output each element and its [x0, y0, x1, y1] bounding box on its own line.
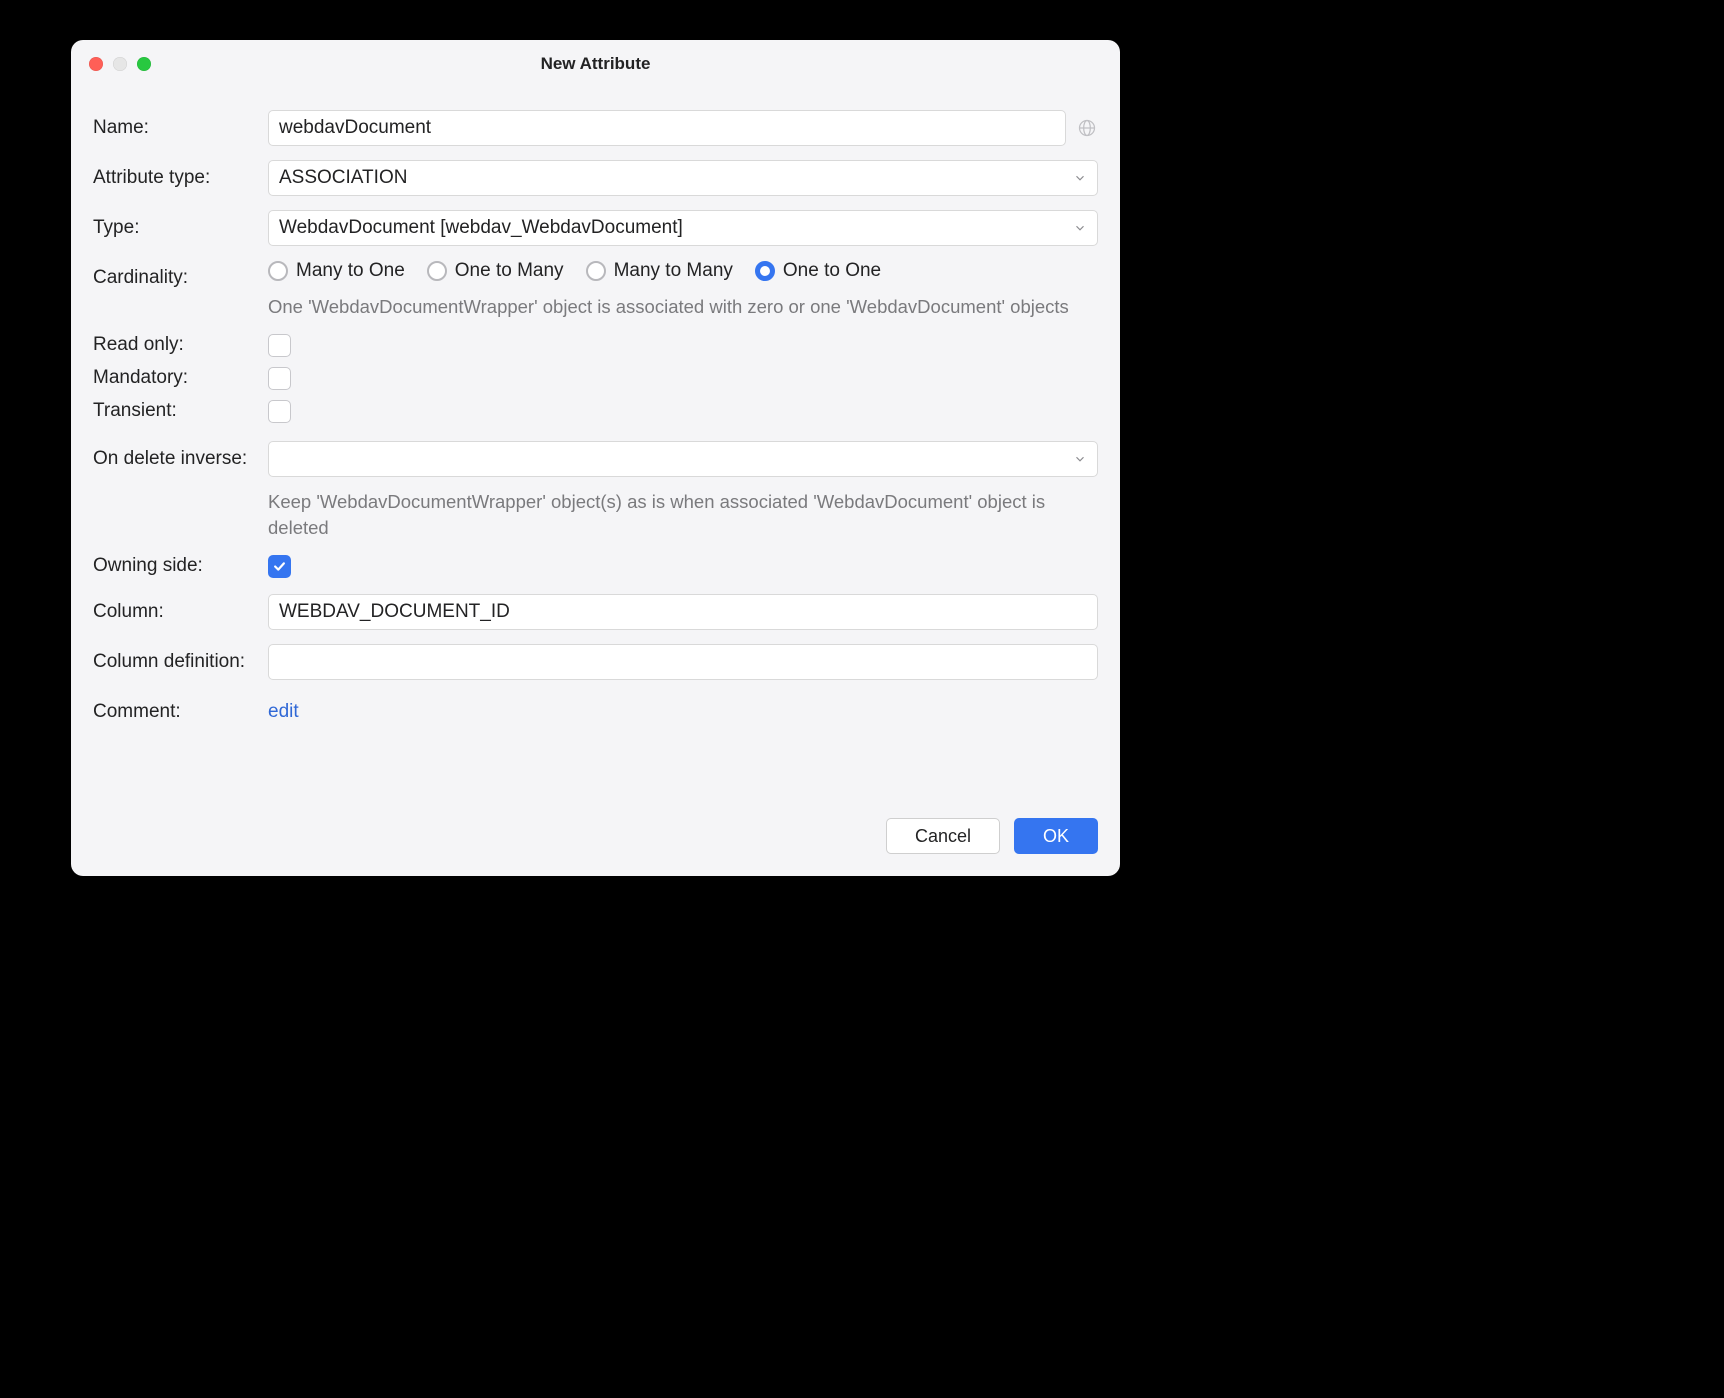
- dialog-title: New Attribute: [541, 54, 651, 74]
- attribute-type-select[interactable]: ASSOCIATION: [268, 160, 1098, 196]
- mandatory-label: Mandatory:: [93, 367, 268, 389]
- radio-label: Many to Many: [614, 260, 733, 282]
- comment-label: Comment:: [93, 694, 268, 723]
- type-label: Type:: [93, 210, 268, 239]
- owning-side-checkbox[interactable]: [268, 555, 291, 578]
- column-label: Column:: [93, 594, 268, 623]
- zoom-window-button[interactable]: [137, 57, 151, 71]
- comment-edit-link[interactable]: edit: [268, 694, 299, 723]
- minimize-window-button[interactable]: [113, 57, 127, 71]
- mandatory-checkbox[interactable]: [268, 367, 291, 390]
- name-input[interactable]: [268, 110, 1066, 146]
- chevron-down-icon: [1073, 452, 1087, 466]
- radio-label: One to Many: [455, 260, 564, 282]
- on-delete-inverse-select[interactable]: [268, 441, 1098, 477]
- attribute-type-label: Attribute type:: [93, 160, 268, 189]
- cardinality-radio-group: Many to One One to Many Many to Many One…: [268, 260, 881, 282]
- column-definition-input[interactable]: [268, 644, 1098, 680]
- new-attribute-dialog: New Attribute Name: Attribute type:: [71, 40, 1120, 876]
- cardinality-radio-many-to-one[interactable]: Many to One: [268, 260, 405, 282]
- titlebar: New Attribute: [71, 40, 1120, 88]
- chevron-down-icon: [1073, 171, 1087, 185]
- column-definition-label: Column definition:: [93, 644, 268, 673]
- chevron-down-icon: [1073, 221, 1087, 235]
- attribute-type-value: ASSOCIATION: [279, 167, 407, 189]
- type-value: WebdavDocument [webdav_WebdavDocument]: [279, 217, 683, 239]
- cancel-button[interactable]: Cancel: [886, 818, 1000, 854]
- on-delete-inverse-hint: Keep 'WebdavDocumentWrapper' object(s) a…: [268, 489, 1098, 541]
- type-select[interactable]: WebdavDocument [webdav_WebdavDocument]: [268, 210, 1098, 246]
- cardinality-hint: One 'WebdavDocumentWrapper' object is as…: [268, 294, 1069, 320]
- name-label: Name:: [93, 110, 268, 139]
- cardinality-radio-one-to-one[interactable]: One to One: [755, 260, 881, 282]
- cardinality-label: Cardinality:: [93, 260, 268, 289]
- attribute-form: Name: Attribute type: ASSOCIATION: [93, 110, 1098, 737]
- window-controls: [89, 57, 151, 71]
- dialog-footer: Cancel OK: [886, 818, 1098, 854]
- column-input[interactable]: [268, 594, 1098, 630]
- ok-button[interactable]: OK: [1014, 818, 1098, 854]
- globe-icon[interactable]: [1076, 117, 1098, 139]
- radio-label: Many to One: [296, 260, 405, 282]
- read-only-checkbox[interactable]: [268, 334, 291, 357]
- radio-label: One to One: [783, 260, 881, 282]
- close-window-button[interactable]: [89, 57, 103, 71]
- on-delete-inverse-label: On delete inverse:: [93, 441, 268, 470]
- transient-label: Transient:: [93, 400, 268, 422]
- transient-checkbox[interactable]: [268, 400, 291, 423]
- cardinality-radio-one-to-many[interactable]: One to Many: [427, 260, 564, 282]
- cardinality-radio-many-to-many[interactable]: Many to Many: [586, 260, 733, 282]
- read-only-label: Read only:: [93, 334, 268, 356]
- owning-side-label: Owning side:: [93, 555, 268, 577]
